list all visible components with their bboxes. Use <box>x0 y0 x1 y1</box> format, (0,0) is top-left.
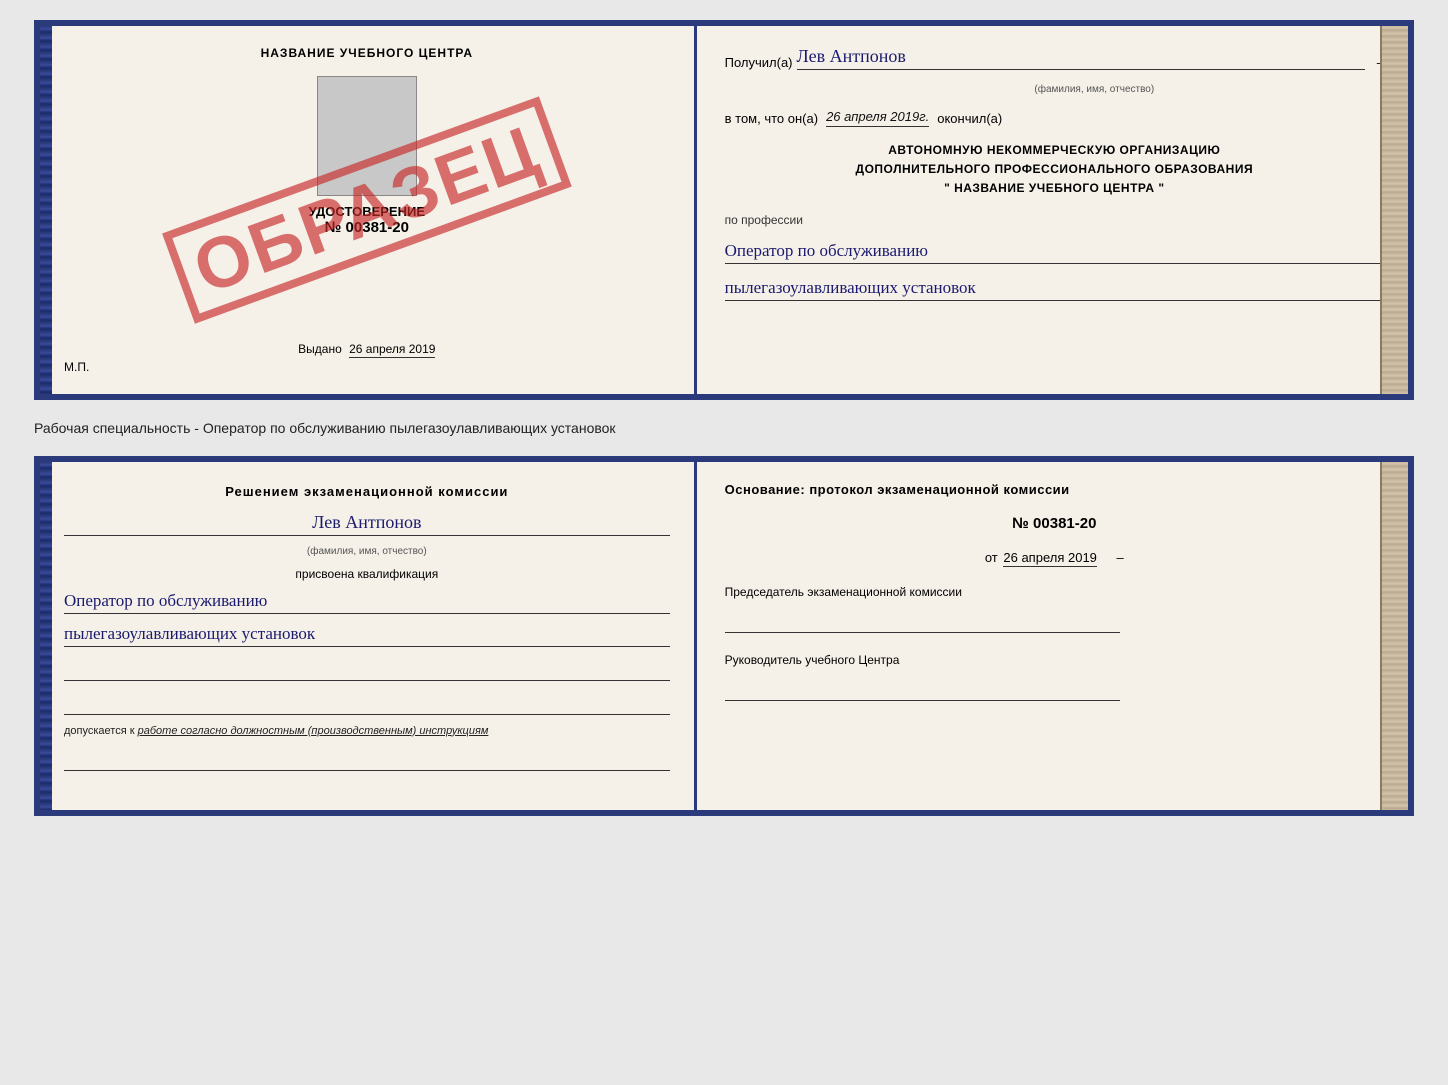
profession-value-2: пылегазоулавливающих установок <box>725 278 1384 301</box>
basis-title: Основание: протокол экзаменационной коми… <box>725 482 1384 497</box>
org-block: АВТОНОМНУЮ НЕКОММЕРЧЕСКУЮ ОРГАНИЗАЦИЮ ДО… <box>725 141 1384 199</box>
date-value: 26 апреля 2019г. <box>826 109 929 127</box>
fio-hint-bottom: (фамилия, имя, отчество) <box>64 546 670 557</box>
org-line1: АВТОНОМНУЮ НЕКОММЕРЧЕСКУЮ ОРГАНИЗАЦИЮ <box>725 141 1384 160</box>
date-label: в том, что он(а) <box>725 111 818 126</box>
date-prefix: от <box>985 550 998 565</box>
bottom-cert-right: Основание: протокол экзаменационной коми… <box>697 462 1408 810</box>
cert-issued-line: Выдано 26 апреля 2019 <box>64 342 670 356</box>
cert-number: № 00381-20 <box>325 219 409 236</box>
chairman-block: Председатель экзаменационной комиссии <box>725 583 1384 633</box>
qualification-value-2: пылегазоулавливающих установок <box>64 624 670 647</box>
qualification-value-1: Оператор по обслуживанию <box>64 591 670 614</box>
fio-hint-top: (фамилия, имя, отчество) <box>805 84 1384 95</box>
working-specialty: Рабочая специальность - Оператор по обсл… <box>34 414 1414 442</box>
recipient-name: Лев Антпонов <box>797 46 1365 70</box>
top-cert-left: НАЗВАНИЕ УЧЕБНОГО ЦЕНТРА УДОСТОВЕРЕНИЕ №… <box>40 26 697 394</box>
top-cert-header: НАЗВАНИЕ УЧЕБНОГО ЦЕНТРА <box>261 46 473 60</box>
chairman-label: Председатель экзаменационной комиссии <box>725 583 1384 601</box>
blank-line-2 <box>64 691 670 715</box>
bottom-cert-left: Решением экзаменационной комиссии Лев Ан… <box>40 462 697 810</box>
dash-right: – <box>1117 550 1124 565</box>
protocol-date: от 26 апреля 2019 – <box>725 550 1384 565</box>
profession-label: по профессии <box>725 213 1384 227</box>
decision-name: Лев Антпонов <box>64 512 670 536</box>
protocol-number: № 00381-20 <box>725 515 1384 532</box>
profession-value-1: Оператор по обслуживанию <box>725 241 1384 264</box>
allowed-work: допускается к работе согласно должностны… <box>64 725 670 737</box>
top-cert-right: Получил(а) Лев Антпонов – (фамилия, имя,… <box>697 26 1408 394</box>
allowed-prefix: допускается к <box>64 725 135 737</box>
spine-decoration-bottom <box>1380 462 1408 810</box>
chairman-signature-line <box>725 605 1121 633</box>
date-line: в том, что он(а) 26 апреля 2019г. окончи… <box>725 109 1384 127</box>
allowed-work-value: работе согласно должностным (производств… <box>138 725 489 737</box>
director-signature-line <box>725 673 1121 701</box>
blank-line-1 <box>64 657 670 681</box>
top-certificate: НАЗВАНИЕ УЧЕБНОГО ЦЕНТРА УДОСТОВЕРЕНИЕ №… <box>34 20 1414 400</box>
org-name: " НАЗВАНИЕ УЧЕБНОГО ЦЕНТРА " <box>725 179 1384 198</box>
date-suffix: окончил(а) <box>937 111 1002 126</box>
issued-date: 26 апреля 2019 <box>349 342 435 358</box>
photo-area <box>317 76 417 196</box>
director-label: Руководитель учебного Центра <box>725 651 1384 669</box>
cert-mp: М.П. <box>64 360 670 374</box>
spine-decoration <box>1380 26 1408 394</box>
recipient-label: Получил(а) <box>725 55 793 70</box>
cert-doc-label: УДОСТОВЕРЕНИЕ <box>309 204 425 219</box>
issued-label: Выдано <box>298 342 342 356</box>
bottom-certificate: Решением экзаменационной комиссии Лев Ан… <box>34 456 1414 816</box>
qualification-label: присвоена квалификация <box>64 567 670 581</box>
org-line2: ДОПОЛНИТЕЛЬНОГО ПРОФЕССИОНАЛЬНОГО ОБРАЗО… <box>725 160 1384 179</box>
blank-line-3 <box>64 747 670 771</box>
document-container: НАЗВАНИЕ УЧЕБНОГО ЦЕНТРА УДОСТОВЕРЕНИЕ №… <box>34 20 1414 816</box>
protocol-date-value: 26 апреля 2019 <box>1003 550 1097 567</box>
recipient-line: Получил(а) Лев Антпонов – <box>725 46 1384 70</box>
director-block: Руководитель учебного Центра <box>725 651 1384 701</box>
decision-title: Решением экзаменационной комиссии <box>64 482 670 502</box>
